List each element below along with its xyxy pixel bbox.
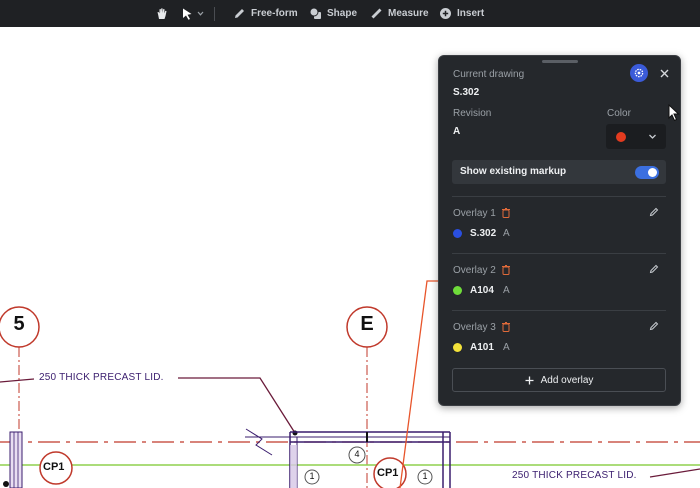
add-overlay-button[interactable]: Add overlay bbox=[452, 368, 666, 392]
measure-tool-button[interactable]: Measure bbox=[370, 0, 429, 27]
detail-number: 1 bbox=[309, 471, 315, 481]
overlay-drawing: A104 bbox=[470, 285, 494, 296]
overlay-color-dot bbox=[453, 286, 462, 295]
overlay-drawing: S.302 bbox=[470, 228, 497, 239]
select-tool-button[interactable] bbox=[180, 0, 204, 27]
pencil-icon[interactable] bbox=[649, 321, 659, 331]
measure-label: Measure bbox=[388, 8, 429, 19]
gear-icon bbox=[634, 68, 644, 78]
toggle-knob bbox=[648, 168, 657, 177]
shape-label: Shape bbox=[327, 8, 358, 19]
tag-label: CP1 bbox=[377, 467, 399, 479]
overlay-item-3: Overlay 3 A101 A bbox=[439, 321, 682, 374]
toolbar-divider bbox=[214, 7, 215, 21]
section-divider bbox=[452, 310, 666, 311]
callout-text: 250 THICK PRECAST LID. bbox=[39, 372, 164, 383]
overlay-panel: Current drawing S.302 Revision A Color S… bbox=[438, 55, 681, 406]
overlay-label: Overlay 3 bbox=[453, 322, 496, 333]
freeform-tool-button[interactable]: Free-form bbox=[233, 0, 298, 27]
overlay-revision: A bbox=[503, 285, 510, 296]
pan-tool-button[interactable] bbox=[155, 0, 169, 27]
close-button[interactable] bbox=[657, 66, 671, 80]
overlay-revision: A bbox=[503, 342, 510, 353]
close-icon bbox=[660, 69, 668, 77]
current-drawing-value: S.302 bbox=[453, 87, 480, 98]
overlay-color-dot bbox=[453, 343, 462, 352]
color-swatch bbox=[616, 132, 626, 142]
app-root: Free-form Shape Measure Insert 5 E 250 T… bbox=[0, 0, 700, 488]
overlay-label: Overlay 2 bbox=[453, 265, 496, 276]
color-label: Color bbox=[607, 108, 631, 119]
overlay-label: Overlay 1 bbox=[453, 208, 496, 219]
insert-label: Insert bbox=[457, 8, 485, 19]
insert-tool-button[interactable]: Insert bbox=[439, 0, 484, 27]
trash-icon[interactable] bbox=[502, 208, 510, 218]
plus-icon bbox=[525, 376, 534, 384]
markup-toolbar: Free-form Shape Measure Insert bbox=[0, 0, 700, 27]
tag-label: CP1 bbox=[43, 461, 65, 473]
add-overlay-label: Add overlay bbox=[540, 374, 594, 386]
chevron-down-icon bbox=[649, 134, 656, 139]
section-divider bbox=[452, 196, 666, 197]
grid-label-5: 5 bbox=[13, 313, 25, 335]
overlay-drawing: A101 bbox=[470, 342, 494, 353]
chevron-down-icon bbox=[197, 11, 204, 16]
ruler-icon bbox=[371, 8, 382, 19]
overlay-color-dot bbox=[453, 229, 462, 238]
mouse-cursor-icon bbox=[668, 104, 680, 122]
settings-button[interactable] bbox=[630, 64, 648, 82]
pointer-icon bbox=[183, 8, 192, 20]
trash-icon[interactable] bbox=[502, 322, 510, 332]
trash-icon[interactable] bbox=[502, 265, 510, 275]
show-markup-toggle[interactable] bbox=[635, 166, 659, 179]
plus-circle-icon bbox=[440, 8, 451, 19]
show-markup-row: Show existing markup bbox=[452, 160, 666, 184]
color-select[interactable] bbox=[606, 124, 666, 149]
shapes-icon bbox=[309, 7, 321, 19]
overlay-revision: A bbox=[503, 228, 510, 239]
pen-icon bbox=[235, 9, 244, 18]
callout-text: 250 THICK PRECAST LID. bbox=[512, 470, 637, 481]
detail-number: 4 bbox=[354, 449, 360, 459]
panel-drag-handle[interactable] bbox=[542, 60, 578, 63]
shape-tool-button[interactable]: Shape bbox=[309, 0, 357, 27]
detail-number: 1 bbox=[422, 471, 428, 481]
grid-label-e: E bbox=[360, 313, 374, 335]
section-divider bbox=[452, 253, 666, 254]
pencil-icon[interactable] bbox=[649, 207, 659, 217]
current-drawing-label: Current drawing bbox=[453, 69, 525, 80]
hand-icon bbox=[157, 7, 167, 19]
freeform-label: Free-form bbox=[251, 8, 298, 19]
show-markup-label: Show existing markup bbox=[460, 166, 567, 177]
pencil-icon[interactable] bbox=[649, 264, 659, 274]
revision-label: Revision bbox=[453, 108, 492, 119]
revision-value: A bbox=[453, 126, 461, 137]
